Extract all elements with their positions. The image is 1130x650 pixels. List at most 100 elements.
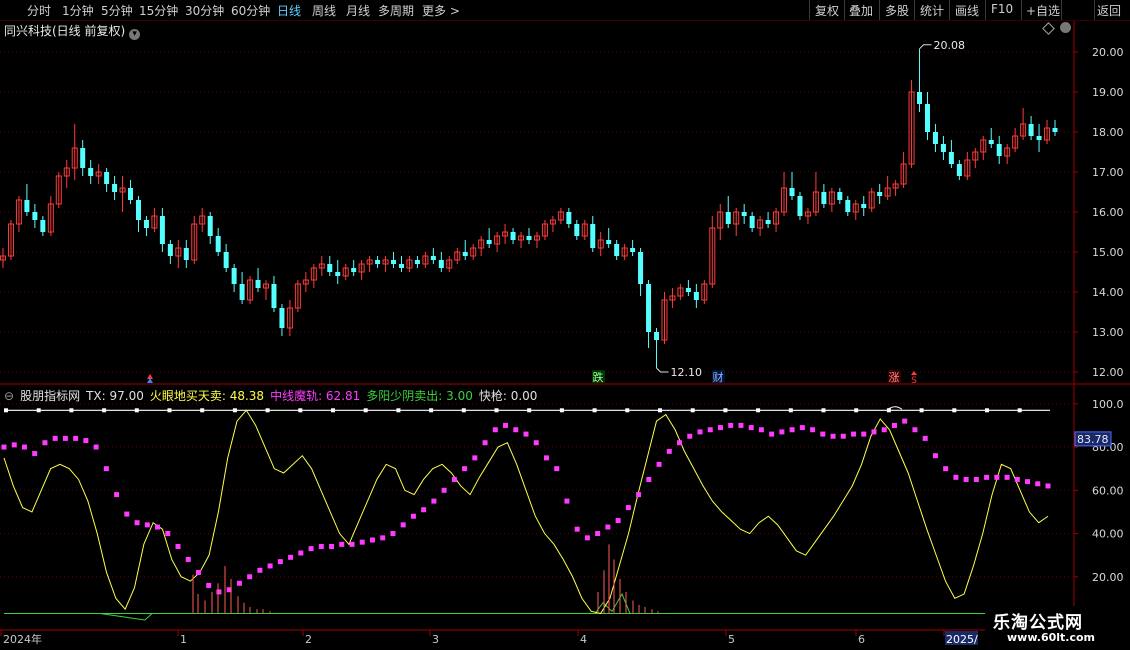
indicator-huoyan: 火眼地买天卖: 48.38 (149, 389, 265, 403)
zhongxian-dot (738, 422, 744, 428)
candle-body-down (845, 200, 851, 212)
candle-body-down (765, 220, 771, 224)
tx-point (919, 408, 924, 413)
price-tick-label: 13.00 (1092, 326, 1124, 339)
zhongxian-dot (758, 427, 764, 433)
candle-body-down (693, 292, 699, 300)
zhongxian-dot (687, 433, 693, 439)
green-dip (99, 613, 153, 621)
candle-body-down (1028, 124, 1034, 136)
candle-body-down (988, 140, 994, 144)
zhongxian-dot (902, 418, 908, 424)
time-axis-label: 6 (858, 633, 865, 646)
zhongxian-dot (656, 461, 662, 467)
candle-body-down (940, 144, 946, 152)
tx-point (592, 408, 597, 413)
time-axis-label: 3 (432, 633, 439, 646)
zhongxian-dot (288, 554, 294, 560)
high-price-label: 20.08 (934, 39, 966, 52)
current-value-label: 83.78 (1077, 433, 1109, 446)
zhongxian-dot (83, 438, 89, 444)
zhongxian-dot (779, 429, 785, 435)
marker-zhang: 涨 (889, 371, 900, 384)
candle-body-down (630, 248, 636, 252)
watermark-logo: 乐淘公式网 www.60lt.com (985, 606, 1130, 650)
zhongxian-dot (308, 546, 314, 552)
indicator-zhongxian: 中线魔轨: 62.81 (270, 389, 361, 403)
price-tick-label: 16.00 (1092, 206, 1124, 219)
tx-point (232, 408, 237, 413)
candle-body-down (239, 284, 245, 300)
zhongxian-dot (748, 425, 754, 431)
low-price-label: 12.10 (671, 366, 703, 379)
candle-body-down (32, 212, 38, 220)
tx-point (167, 408, 172, 413)
indicator-tick-label: 20.00 (1092, 571, 1124, 584)
candle-body-down (924, 104, 930, 132)
zhongxian-dot (717, 425, 723, 431)
candle-body-down (861, 204, 867, 208)
candle-body-down (279, 308, 285, 328)
candle-body-down (430, 256, 436, 260)
zhongxian-dot (134, 520, 140, 526)
candle-body-down (215, 236, 221, 252)
zhongxian-dot (922, 435, 928, 441)
collapse-icon[interactable]: ⊖ (4, 389, 14, 403)
zhongxian-dot (513, 427, 519, 433)
candle-body-down (837, 192, 843, 200)
price-tick-label: 19.00 (1092, 86, 1124, 99)
candle-body-down (462, 252, 468, 256)
candle-body-down (80, 148, 86, 168)
price-tick-label: 15.00 (1092, 246, 1124, 259)
zhongxian-dot (666, 448, 672, 454)
zhongxian-dot (943, 466, 949, 472)
zhongxian-dot (891, 422, 897, 428)
candle-body-down (1052, 128, 1058, 132)
zhongxian-dot (861, 431, 867, 437)
zhongxian-dot (318, 543, 324, 549)
time-axis-label: 1 (180, 633, 187, 646)
zhongxian-dot (114, 492, 120, 498)
candle-body-down (24, 200, 30, 212)
candle-body-down (917, 92, 923, 104)
zhongxian-dot (236, 580, 242, 586)
zhongxian-dot (472, 455, 478, 461)
zhongxian-dot (636, 492, 642, 498)
tx-point (527, 408, 532, 413)
high-pointer (919, 44, 932, 50)
candle-body-down (143, 220, 149, 228)
marker-cai: 财 (713, 370, 724, 384)
candle-body-down (638, 252, 644, 284)
zhongxian-dot (1025, 479, 1031, 485)
zhongxian-dot (963, 476, 969, 482)
zhongxian-dot (175, 543, 181, 549)
price-tick-label: 20.00 (1092, 46, 1124, 59)
tx-point (429, 408, 434, 413)
tx-point (134, 408, 139, 413)
zhongxian-dot (973, 476, 979, 482)
zhongxian-dot (503, 422, 509, 428)
candle-body-down (271, 284, 277, 308)
zhongxian-dot (103, 466, 109, 472)
indicator-name[interactable]: 股朋指标网 (20, 389, 80, 403)
tx-point (200, 408, 205, 413)
candle-body-down (606, 240, 612, 244)
zhongxian-dot (554, 466, 560, 472)
candle-body-down (821, 192, 827, 204)
zhongxian-dot (216, 589, 222, 595)
zhongxian-dot (615, 518, 621, 524)
zhongxian-dot (994, 474, 1000, 480)
zhongxian-dot (165, 531, 171, 537)
zhongxian-dot (820, 431, 826, 437)
time-axis-label: 2024年 (3, 632, 42, 646)
zhongxian-dot (380, 535, 386, 541)
tx-point (723, 408, 728, 413)
zhongxian-dot (482, 440, 488, 446)
time-axis-label: 5 (728, 633, 735, 646)
tx-point (625, 408, 630, 413)
candle-body-down (351, 268, 357, 272)
zhongxian-dot (912, 427, 918, 433)
zhongxian-dot (62, 435, 68, 441)
candle-body-down (255, 280, 261, 288)
tx-point (331, 408, 335, 413)
